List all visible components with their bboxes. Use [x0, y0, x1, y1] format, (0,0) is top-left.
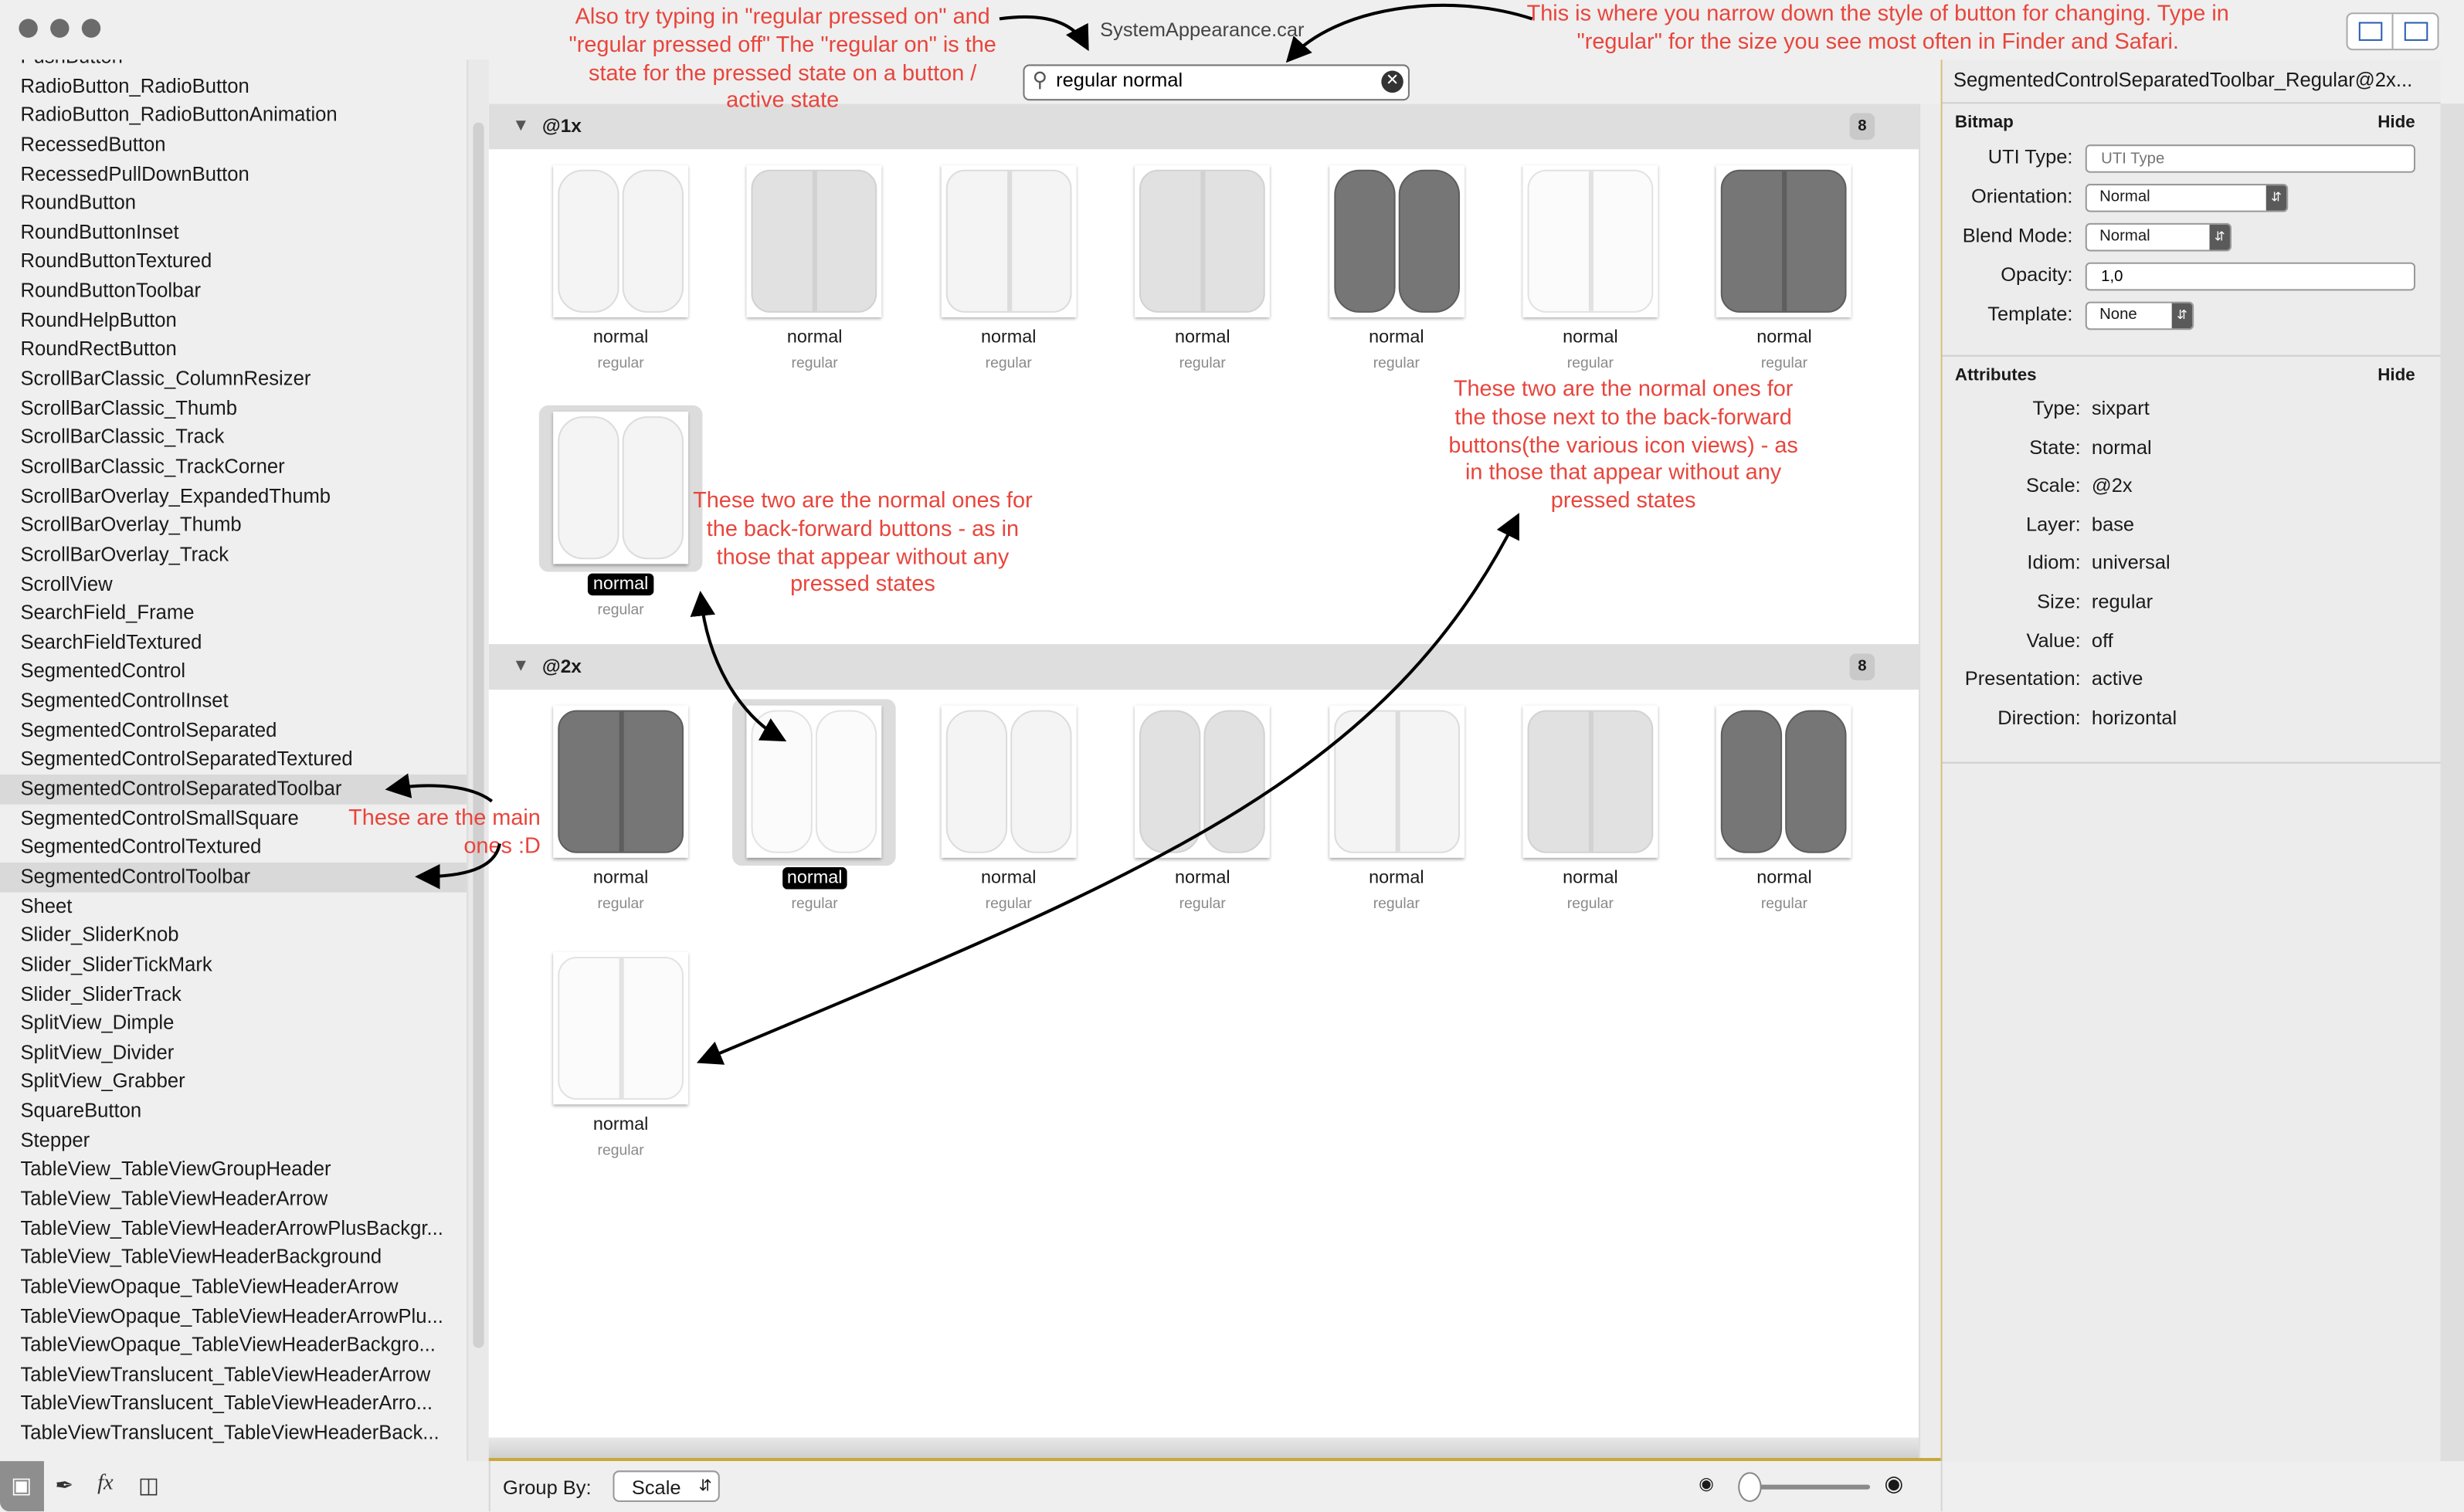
arrow-icon-views: [696, 513, 1519, 1065]
app-window: SystemAppearance.car ⚲ ✕ PushButtonRadio…: [0, 0, 2464, 1512]
arrow-back-forward: [690, 591, 787, 742]
arrow-to-title: [999, 15, 1089, 52]
arrow-main-2: [415, 843, 501, 890]
arrow-to-search: [1285, 3, 1533, 63]
arrow-main-1: [385, 773, 494, 803]
annotation-arrows: [385, 3, 1533, 1065]
